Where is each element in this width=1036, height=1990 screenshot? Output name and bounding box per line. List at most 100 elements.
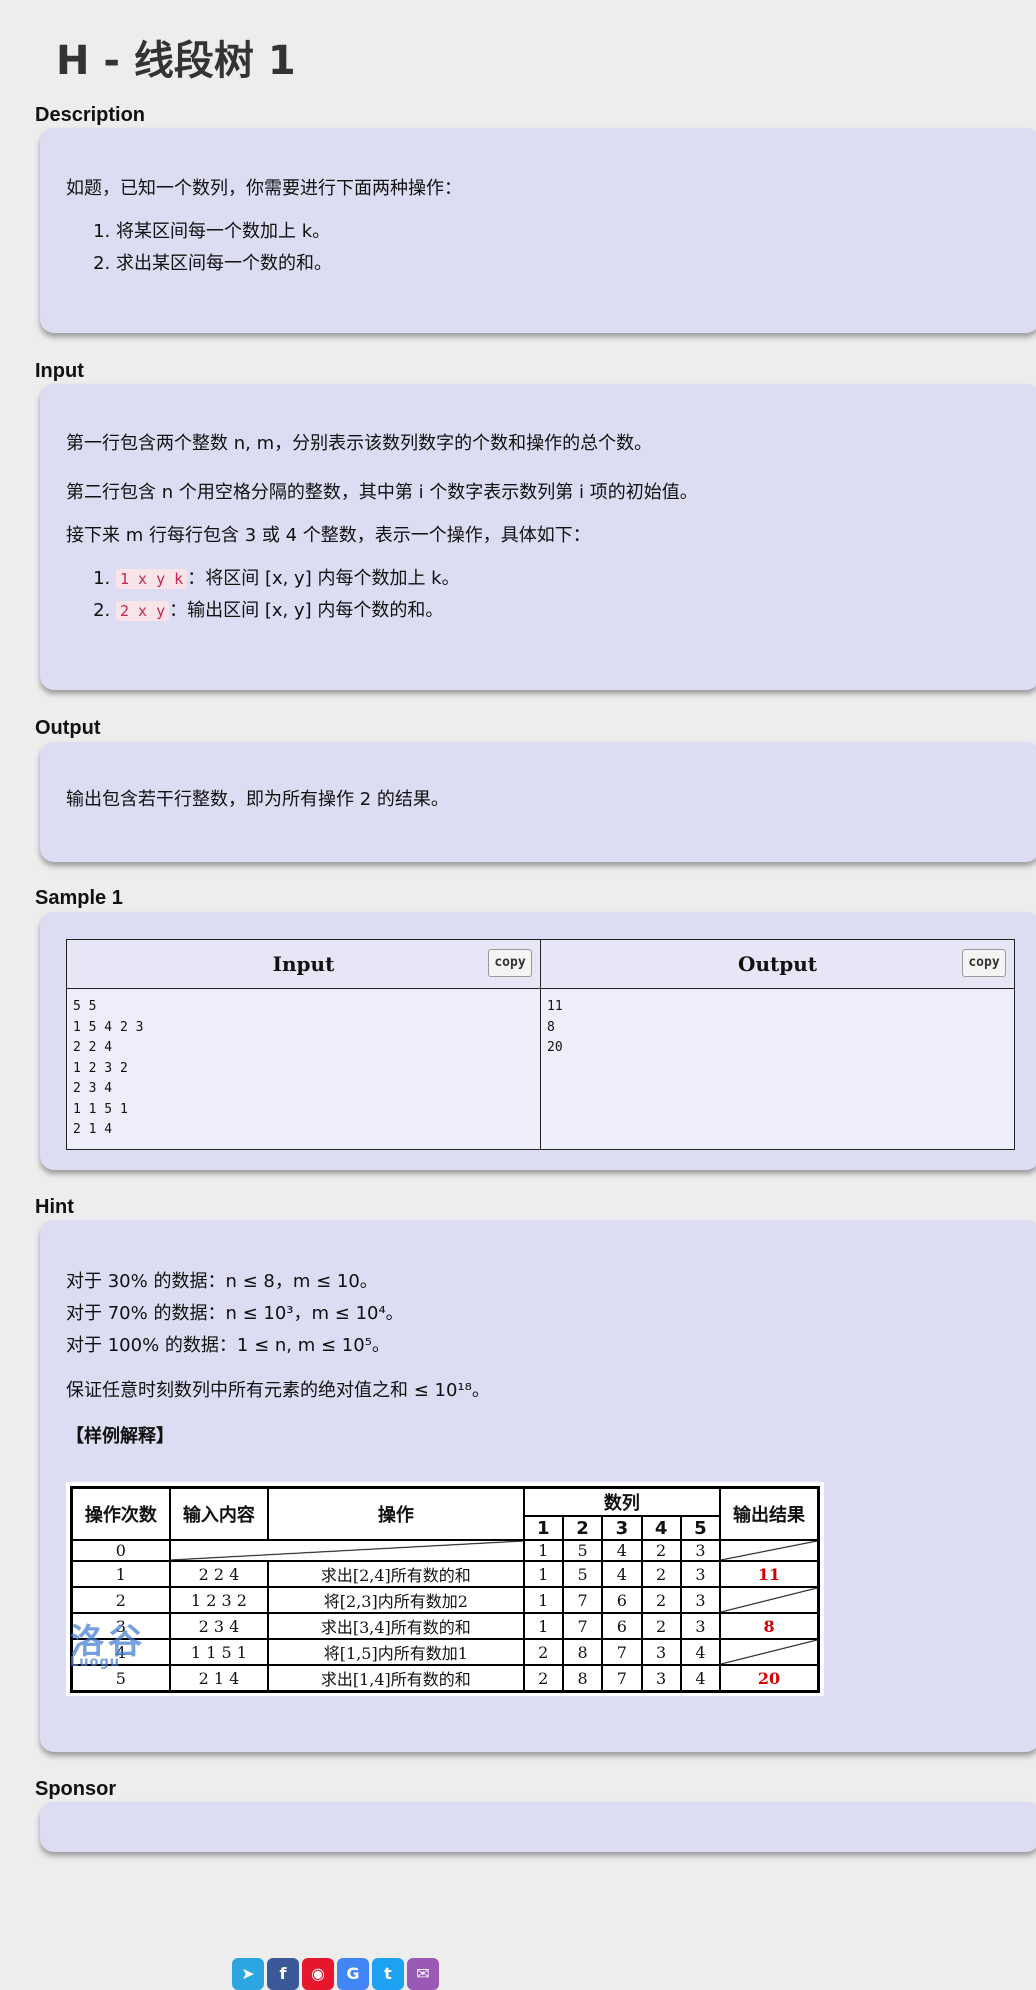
cell-out-empty (719, 1638, 820, 1666)
cell-seq: 1 (522, 1612, 564, 1640)
op-text: ：将区间 [x, y] 内每个数加上 k。 (187, 568, 460, 589)
cell-op: 求出[2,4]所有数的和 (267, 1560, 525, 1588)
cell-n: 3 (70, 1612, 171, 1640)
cell-seq: 3 (640, 1664, 682, 1693)
cell-seq: 8 (561, 1664, 604, 1693)
google-icon[interactable]: G (337, 1958, 369, 1990)
section-label-output: Output (35, 717, 101, 739)
cell-out: 11 (719, 1560, 820, 1588)
cell-seq: 5 (561, 1560, 604, 1588)
cell-seq: 2 (640, 1586, 682, 1614)
cell-seq: 1 (522, 1560, 564, 1588)
seq-col-header: 2 (561, 1515, 604, 1541)
hint-line: 对于 100% 的数据：1 ≤ n, m ≤ 10⁵。 (66, 1335, 390, 1356)
cell-seq: 2 (640, 1560, 682, 1588)
op-text: ：输出区间 [x, y] 内每个数的和。 (169, 600, 444, 621)
input-line-1: 第一行包含两个整数 n, m，分别表示该数列数字的个数和操作的总个数。 (66, 433, 653, 454)
sample-output-text: 11 8 20 (540, 988, 1015, 1150)
cell-n: 1 (70, 1560, 171, 1588)
seq-col-header: 4 (640, 1515, 682, 1541)
input-line-2: 第二行包含 n 个用空格分隔的整数，其中第 i 个数字表示数列第 i 项的初始值… (66, 482, 698, 503)
table-row: 3 2 3 4 求出[3,4]所有数的和 1 7 6 2 3 8 (70, 1612, 820, 1640)
cell-seq: 1 (522, 1539, 564, 1562)
section-label-sample: Sample 1 (35, 887, 123, 909)
cell-seq: 7 (561, 1586, 604, 1614)
share-bar: ➤ f ◉ G t ✉ (232, 1958, 439, 1990)
output-text: 输出包含若干行整数，即为所有操作 2 的结果。 (66, 789, 449, 810)
input-panel: 第一行包含两个整数 n, m，分别表示该数列数字的个数和操作的总个数。 第二行包… (40, 384, 1036, 690)
table-row: 4 1 1 5 1 将[1,5]内所有数加1 2 8 7 3 4 (70, 1638, 820, 1666)
seq-col-header: 3 (601, 1515, 643, 1541)
cell-input: 2 2 4 (168, 1560, 270, 1588)
cell-input: 1 2 3 2 (168, 1586, 270, 1614)
cell-out: 20 (719, 1664, 820, 1693)
cell-empty (168, 1539, 525, 1562)
cell-seq: 4 (679, 1664, 722, 1693)
cell-input: 1 1 5 1 (168, 1638, 270, 1666)
hint-panel: 对于 30% 的数据：n ≤ 8，m ≤ 10。 对于 70% 的数据：n ≤ … (40, 1220, 1036, 1752)
table-row: 0 1 5 4 2 3 (70, 1539, 820, 1562)
facebook-icon[interactable]: f (267, 1958, 299, 1990)
weibo-icon[interactable]: ◉ (302, 1958, 334, 1990)
hint-line: 对于 30% 的数据：n ≤ 8，m ≤ 10。 (66, 1271, 378, 1292)
copy-input-button[interactable]: copy (488, 949, 532, 977)
sample-output-title: Output (738, 952, 817, 976)
description-intro: 如题，已知一个数列，你需要进行下面两种操作： (66, 178, 462, 199)
sample-explanation-image: 操作次数 输入内容 操作 数列 输出结果 1 2 3 4 5 0 1 5 4 2… (66, 1482, 824, 1696)
op-code: 1 x y k (116, 569, 188, 589)
cell-seq: 4 (601, 1560, 643, 1588)
section-label-description: Description (35, 104, 146, 126)
cell-seq: 4 (679, 1638, 722, 1666)
cell-op: 将[1,5]内所有数加1 (267, 1638, 525, 1666)
input-op-item: 1 x y k：将区间 [x, y] 内每个数加上 k。 (116, 563, 1014, 595)
cell-seq: 3 (679, 1586, 722, 1614)
table-row: 1 2 2 4 求出[2,4]所有数的和 1 5 4 2 3 11 (70, 1560, 820, 1588)
cell-seq: 3 (640, 1638, 682, 1666)
hint-guarantee: 保证任意时刻数列中所有元素的绝对值之和 ≤ 10¹⁸。 (66, 1380, 490, 1401)
copy-output-button[interactable]: copy (962, 949, 1006, 977)
cell-out: 8 (719, 1612, 820, 1640)
page-title: H - 线段树 1 (56, 38, 296, 84)
hint-line: 对于 70% 的数据：n ≤ 10³，m ≤ 10⁴。 (66, 1303, 404, 1324)
input-op-item: 2 x y：输出区间 [x, y] 内每个数的和。 (116, 595, 1014, 627)
cell-n: 4 (70, 1638, 171, 1666)
sample-input-title: Input (272, 952, 335, 976)
section-label-input: Input (35, 360, 84, 382)
cell-seq: 2 (522, 1638, 564, 1666)
cell-seq: 2 (522, 1664, 564, 1693)
cell-seq: 7 (601, 1638, 643, 1666)
description-op-item: 求出某区间每一个数的和。 (116, 248, 1014, 280)
sample-table: Input copy Output copy 5 5 1 5 4 2 3 2 2… (66, 939, 1015, 1150)
header-op-count: 操作次数 (70, 1486, 171, 1541)
cell-out-empty (719, 1586, 820, 1614)
cell-seq: 3 (679, 1612, 722, 1640)
section-label-hint: Hint (35, 1196, 74, 1218)
cell-seq: 2 (640, 1539, 682, 1562)
cell-seq: 3 (679, 1539, 722, 1562)
description-panel: 如题，已知一个数列，你需要进行下面两种操作： 将某区间每一个数加上 k。 求出某… (40, 128, 1036, 333)
cell-op: 将[2,3]内所有数加2 (267, 1586, 525, 1614)
header-input: 输入内容 (168, 1486, 270, 1541)
cell-op: 求出[3,4]所有数的和 (267, 1612, 525, 1640)
cell-seq: 6 (601, 1612, 643, 1640)
cell-seq: 6 (601, 1586, 643, 1614)
output-panel: 输出包含若干行整数，即为所有操作 2 的结果。 (40, 742, 1036, 862)
description-op-list: 将某区间每一个数加上 k。 求出某区间每一个数的和。 (66, 216, 1014, 280)
twitter-icon[interactable]: t (372, 1958, 404, 1990)
cell-seq: 7 (601, 1664, 643, 1693)
header-operation: 操作 (267, 1486, 525, 1541)
sample-output-header: Output copy (540, 939, 1015, 989)
email-icon[interactable]: ✉ (407, 1958, 439, 1990)
input-line-3: 接下来 m 行每行包含 3 或 4 个整数，表示一个操作，具体如下： (66, 525, 591, 546)
seq-col-header: 1 (522, 1515, 564, 1541)
op-code: 2 x y (116, 601, 170, 621)
explanation-table: 操作次数 输入内容 操作 数列 输出结果 1 2 3 4 5 0 1 5 4 2… (70, 1486, 820, 1693)
section-label-sponsor: Sponsor (35, 1778, 117, 1800)
header-output: 输出结果 (719, 1486, 820, 1541)
cell-seq: 7 (561, 1612, 604, 1640)
telegram-icon[interactable]: ➤ (232, 1958, 264, 1990)
cell-seq: 4 (601, 1539, 643, 1562)
sample-panel: Input copy Output copy 5 5 1 5 4 2 3 2 2… (40, 912, 1036, 1170)
cell-n: 5 (70, 1664, 171, 1693)
table-row: 2 1 2 3 2 将[2,3]内所有数加2 1 7 6 2 3 (70, 1586, 820, 1614)
